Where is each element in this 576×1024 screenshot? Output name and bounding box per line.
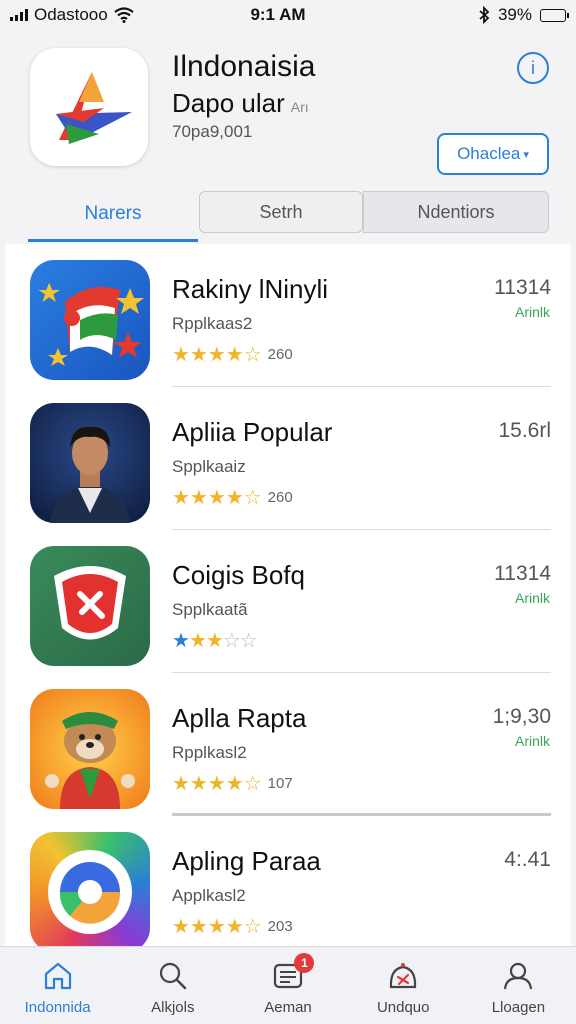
shield-icon	[54, 566, 126, 640]
tab-bar-label: Indonnida	[24, 999, 91, 1016]
app-rating: ★★★★☆ 260	[172, 485, 293, 510]
app-icon-3	[30, 546, 150, 666]
info-button[interactable]: i	[517, 52, 549, 84]
list-item[interactable]: Apliia Popular Spplkaaiz ★★★★☆ 260 15.6r…	[5, 387, 571, 530]
tab-setrh[interactable]: Setrh	[199, 191, 363, 233]
star-rating: ★★★☆☆	[172, 630, 258, 652]
app-rating: ★★★★☆ 260	[172, 342, 293, 367]
rating-count: 107	[267, 775, 293, 792]
info-icon: i	[531, 57, 535, 78]
open-dropdown-button[interactable]: Ohaclea ▾	[437, 133, 549, 175]
swirl-logo-icon	[48, 850, 132, 934]
home-icon	[44, 962, 71, 990]
open-dropdown-label: Ohaclea	[457, 144, 521, 163]
flag-star-icon	[38, 282, 144, 366]
bluetooth-icon	[479, 6, 490, 24]
app-size: 11314	[494, 276, 551, 299]
list-item[interactable]: Coigis Bofq Spplkaatã ★★★☆☆ 11314 Arinlk	[5, 530, 571, 673]
star-rating: ★★★★☆	[172, 773, 262, 795]
tab-ndentiors[interactable]: Ndentiors	[363, 191, 549, 233]
list-item[interactable]: Aplla Rapta Rpplkasl2 ★★★★☆ 107 1;9,30 A…	[5, 673, 571, 816]
notification-badge: 1	[294, 953, 315, 973]
tab-bar-label: Lloagen	[491, 999, 546, 1016]
app-icon-5	[30, 832, 150, 946]
wifi-icon	[114, 7, 134, 23]
tab-bar-label: Undquo	[376, 999, 430, 1016]
status-time: 9:1 AM	[250, 5, 306, 24]
app-title: Ilndonaisia	[172, 50, 316, 83]
app-icon-2	[30, 403, 150, 523]
app-category: Spplkaaiz	[172, 457, 246, 476]
app-size: 11314	[494, 562, 551, 585]
rating-count: 260	[267, 346, 293, 363]
carrier-name: Odastooo	[34, 5, 108, 24]
star-rating: ★★★★☆	[172, 344, 262, 366]
chevron-down-icon: ▾	[523, 148, 529, 161]
bottom-tab-bar: Indonnida Alkjols 1 Aeman Undquo Lloagen	[0, 946, 576, 1024]
get-link[interactable]: Arinlk	[515, 733, 550, 749]
tab-bar-item-search[interactable]: Alkjols	[115, 947, 230, 1024]
get-link[interactable]: Arinlk	[515, 304, 550, 320]
battery-percent: 39%	[497, 5, 532, 24]
app-category: Spplkaatã	[172, 600, 248, 619]
search-icon	[159, 962, 186, 990]
app-icon[interactable]	[30, 48, 148, 166]
app-name: Apling Paraa	[172, 846, 321, 876]
app-size: 1;9,30	[492, 705, 551, 728]
rating-count: 203	[267, 918, 293, 935]
app-list: Rakiny lNinyli Rpplkaas2 ★★★★☆ 260 11314…	[5, 244, 571, 946]
app-name: Aplla Rapta	[172, 703, 307, 733]
tab-bar-item-updates[interactable]: 1 Aeman	[230, 947, 345, 1024]
status-bar: Odastooo 9:1 AM 39%	[0, 0, 576, 30]
app-subtitle-tag: Arı	[290, 99, 309, 115]
list-item[interactable]: Rakiny lNinyli Rpplkaas2 ★★★★☆ 260 11314…	[5, 244, 571, 387]
person-avatar-icon	[50, 426, 130, 523]
list-item[interactable]: Apling Paraa Applkasl2 ★★★★☆ 203 4:.41	[5, 816, 571, 946]
battery-icon	[540, 8, 569, 22]
app-icon-1	[30, 260, 150, 380]
get-link[interactable]: Arinlk	[515, 590, 550, 606]
app-subtitle: Dapo ular Arı	[172, 88, 309, 119]
signal-icon	[10, 9, 28, 21]
app-name: Rakiny lNinyli	[172, 274, 329, 304]
tab-bar-item-home[interactable]: Indonnida	[0, 947, 115, 1024]
tab-narers[interactable]: Narers	[28, 188, 198, 242]
tab-bar-label: Aeman	[264, 999, 312, 1016]
app-category: Applkasl2	[172, 886, 246, 905]
tab-bar-item-games[interactable]: Undquo	[346, 947, 461, 1024]
app-name: Apliia Popular	[172, 417, 333, 447]
app-category: Rpplkasl2	[172, 743, 247, 762]
app-rating: ★★★☆☆	[172, 628, 263, 653]
tab-bar-label: Alkjols	[151, 999, 195, 1016]
app-name: Coigis Bofq	[172, 560, 305, 590]
star-rating: ★★★★☆	[172, 916, 262, 938]
bear-mascot-icon	[45, 712, 135, 809]
app-rating: ★★★★☆ 107	[172, 771, 293, 796]
app-rating: ★★★★☆ 203	[172, 914, 293, 939]
app-logo-icon	[56, 72, 132, 144]
app-meta: 70pa9,001	[172, 122, 253, 141]
app-subtitle-text: Dapo ular	[172, 88, 285, 118]
app-category: Rpplkaas2	[172, 314, 253, 333]
profile-icon	[504, 962, 533, 990]
app-header: Ilndonaisia Dapo ular Arı 70pa9,001 i Oha…	[0, 30, 576, 190]
games-icon	[390, 963, 417, 989]
app-icon-4	[30, 689, 150, 809]
segment-tabs: Narers Setrh Ndentiors	[0, 188, 576, 243]
star-rating: ★★★★☆	[172, 487, 262, 509]
tab-bar-item-profile[interactable]: Lloagen	[461, 947, 576, 1024]
app-size: 4:.41	[504, 848, 551, 871]
app-size: 15.6rl	[498, 419, 551, 442]
rating-count: 260	[267, 489, 293, 506]
